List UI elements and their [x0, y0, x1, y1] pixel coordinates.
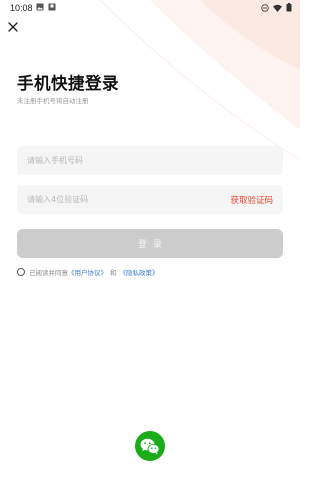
- wifi-icon: [273, 4, 282, 12]
- get-code-button[interactable]: 获取验证码: [230, 194, 273, 206]
- status-notification-icons: [36, 3, 56, 11]
- status-bar: 10:08: [0, 0, 300, 16]
- page-subtitle: 未注册手机号将自动注册: [17, 97, 89, 105]
- page-title: 手机快捷登录: [17, 74, 119, 93]
- privacy-policy-link[interactable]: 《隐私政策》: [120, 267, 159, 277]
- dnd-icon: [261, 3, 269, 12]
- agreement-prefix: 已阅读并同意: [29, 269, 68, 277]
- status-time: 10:08: [10, 3, 33, 13]
- image-notification-icon: [36, 3, 44, 11]
- app-notification-icon: [48, 3, 56, 11]
- agreement-and: 和: [110, 269, 117, 277]
- phone-field: [17, 146, 283, 175]
- close-icon: [8, 22, 18, 32]
- agree-checkbox[interactable]: [17, 268, 25, 276]
- code-input[interactable]: [27, 195, 231, 204]
- code-field: 获取验证码: [17, 185, 283, 214]
- agreement-row: 已阅读并同意 《用户协议》 和 《隐私政策》: [17, 267, 159, 277]
- login-button[interactable]: 登录: [17, 229, 283, 258]
- close-button[interactable]: [6, 20, 20, 34]
- user-agreement-link[interactable]: 《用户协议》: [68, 267, 107, 277]
- wechat-icon: [140, 438, 160, 454]
- phone-input[interactable]: [27, 156, 273, 165]
- battery-icon: [286, 3, 292, 12]
- status-system-icons: [261, 3, 292, 12]
- wechat-login-button[interactable]: [135, 431, 165, 461]
